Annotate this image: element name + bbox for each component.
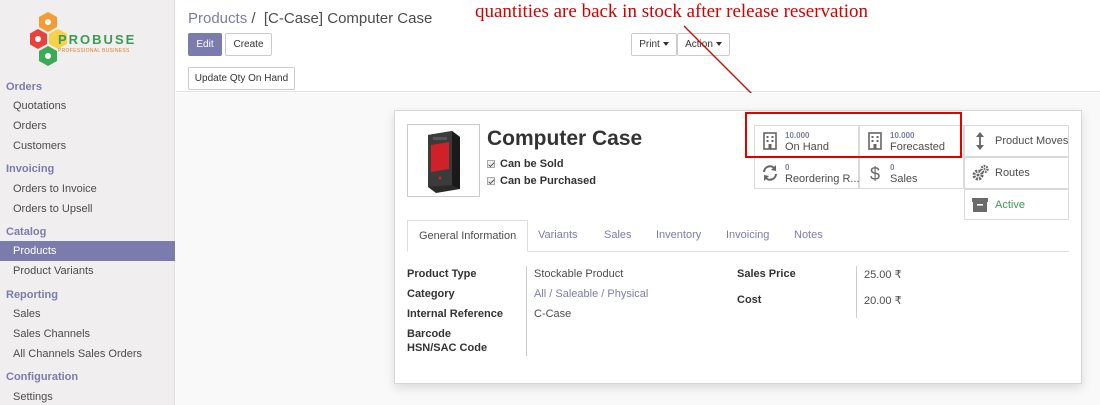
action-button[interactable]: Action [677,33,730,56]
menu-item-sales-channels[interactable]: Sales Channels [0,324,175,344]
routes-label: Routes [995,167,1030,179]
sales-stat-button[interactable]: $ 0 Sales [859,157,964,189]
tab-sales[interactable]: Sales [604,220,632,252]
up-down-arrows-icon [976,132,984,150]
dollar-icon: $ [870,164,880,182]
internal-reference-value[interactable]: C-Case [534,308,571,320]
menu-item-settings[interactable]: Settings [0,387,175,405]
form-content-area: Computer Case Can be Sold Can be Purchas… [176,93,1100,405]
annotation-text: quantities are back in stock after relea… [475,1,869,22]
product-image[interactable] [407,124,480,197]
breadcrumb-current: [C-Case] Computer Case [263,10,433,27]
menu-item-products[interactable]: Products [0,241,175,261]
form-tabs: General Information Variants Sales Inven… [407,220,1069,252]
brand-tagline: PROFESSIONAL BUSINESS [58,48,130,54]
sales-price-label: Sales Price [737,268,796,280]
cost-label: Cost [737,294,762,306]
svg-text:$: $ [870,164,880,182]
reordering-label: Reordering R... [785,173,860,185]
active-toggle-button[interactable]: Active [964,189,1069,220]
brand-name: PROBUSE [58,32,137,47]
hsn-sac-code-label: HSN/SAC Code [407,342,488,354]
archive-icon [972,198,988,212]
sales-label: Sales [890,173,918,185]
menu-section-reporting: Reporting [6,289,58,301]
breadcrumb-separator: / [251,10,256,27]
cost-value[interactable]: 20.00 ₹ [864,294,902,307]
reordering-rules-stat-button[interactable]: 0 Reordering R... [754,157,860,189]
category-label: Category [407,288,455,300]
print-button[interactable]: Print [631,33,677,56]
menu-item-customers[interactable]: Customers [0,136,175,156]
menu-item-product-variants[interactable]: Product Variants [0,261,175,281]
field-separator [856,266,857,318]
menu-item-orders-to-upsell[interactable]: Orders to Upsell [0,199,175,219]
menu-section-configuration: Configuration [6,371,79,383]
routes-stat-button[interactable]: Routes [964,157,1069,189]
menu-item-orders[interactable]: Orders [0,116,175,136]
can-be-purchased-row: Can be Purchased [487,175,596,187]
control-panel: Products / [C-Case] Computer Case Edit C… [176,0,1100,92]
can-be-purchased-checkbox[interactable] [487,177,495,186]
can-be-purchased-label: Can be Purchased [500,175,596,187]
product-moves-stat-button[interactable]: Product Moves [964,125,1069,157]
barcode-label: Barcode [407,328,452,340]
probuse-logo: PROBUSE PROFESSIONAL BUSINESS [30,10,150,72]
tab-general-information[interactable]: General Information [407,220,529,252]
menu-section-orders: Orders [6,81,43,93]
annotation-highlight-box [745,112,962,158]
menu-item-orders-to-invoice[interactable]: Orders to Invoice [0,179,175,199]
computer-case-image-icon [428,131,460,193]
update-qty-on-hand-button[interactable]: Update Qty On Hand [188,67,295,90]
tab-variants[interactable]: Variants [538,220,578,252]
action-label: Action [685,39,713,50]
chevron-down-icon [662,42,669,47]
menu-item-sales[interactable]: Sales [0,304,175,324]
tab-invoicing[interactable]: Invoicing [726,220,769,252]
gears-icon [972,164,989,181]
internal-reference-label: Internal Reference [407,308,503,320]
menu-section-invoicing: Invoicing [6,163,55,175]
sales-value: 0 [890,163,895,172]
menu-section-catalog: Catalog [6,226,47,238]
can-be-sold-label: Can be Sold [500,158,564,170]
breadcrumb-products-link[interactable]: Products [188,10,247,27]
create-button[interactable]: Create [225,33,272,56]
chevron-down-icon [715,42,722,47]
product-name: Computer Case [487,127,643,150]
edit-button[interactable]: Edit [188,33,222,56]
tab-inventory[interactable]: Inventory [656,220,701,252]
refresh-icon [763,165,777,181]
field-separator [526,266,527,356]
can-be-sold-checkbox[interactable] [487,160,495,169]
product-type-value[interactable]: Stockable Product [534,268,623,280]
active-label: Active [995,198,1025,211]
menu-item-all-channels-sales-orders[interactable]: All Channels Sales Orders [0,344,175,364]
menu-item-quotations[interactable]: Quotations [0,96,175,116]
can-be-sold-row: Can be Sold [487,158,564,170]
sales-price-value[interactable]: 25.00 ₹ [864,268,902,281]
category-value-link[interactable]: All / Saleable / Physical [534,288,648,300]
breadcrumb: Products / [C-Case] Computer Case [188,10,432,27]
product-type-label: Product Type [407,268,477,280]
product-moves-label: Product Moves [995,135,1069,147]
sidebar: PROBUSE PROFESSIONAL BUSINESS Orders Quo… [0,0,175,405]
print-label: Print [639,39,660,50]
reordering-value: 0 [785,163,790,172]
tab-notes[interactable]: Notes [794,220,823,252]
product-form-sheet: Computer Case Can be Sold Can be Purchas… [394,110,1082,384]
